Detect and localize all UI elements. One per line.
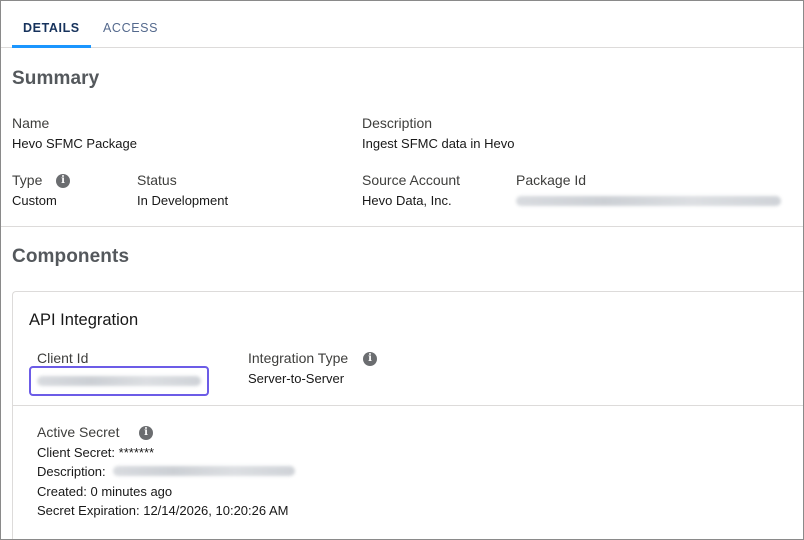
- client-id-field[interactable]: [29, 366, 209, 396]
- source-account-value: Hevo Data, Inc.: [362, 193, 452, 208]
- package-details-panel: DETAILS ACCESS Summary Name Hevo SFMC Pa…: [0, 0, 804, 540]
- secret-description-label: Description:: [37, 464, 106, 479]
- secret-description-redacted: [113, 466, 295, 476]
- active-secret-label: Active Secret: [37, 424, 120, 440]
- name-value: Hevo SFMC Package: [12, 136, 137, 151]
- type-label: Type: [12, 172, 43, 188]
- client-id-label: Client Id: [37, 350, 89, 366]
- tab-details[interactable]: DETAILS: [23, 21, 80, 35]
- status-value: In Development: [137, 193, 229, 208]
- type-value: Custom: [12, 193, 57, 208]
- api-integration-title: API Integration: [29, 311, 139, 329]
- description-label: Description: [362, 115, 433, 131]
- active-secret-info-icon[interactable]: i: [139, 426, 153, 440]
- active-tab-indicator: [12, 45, 91, 48]
- section-divider: [1, 226, 803, 227]
- client-id-value-redacted: [37, 376, 201, 386]
- tab-access[interactable]: ACCESS: [103, 21, 158, 35]
- integration-type-value: Server-to-Server: [248, 371, 345, 386]
- card-divider: [13, 405, 803, 406]
- integration-type-label: Integration Type: [248, 350, 349, 366]
- created-text: Created: 0 minutes ago: [37, 484, 173, 499]
- components-heading: Components: [12, 246, 130, 267]
- integration-type-info-icon[interactable]: i: [363, 352, 377, 366]
- tab-bar: DETAILS ACCESS: [1, 1, 803, 48]
- package-id-label: Package Id: [516, 172, 587, 188]
- status-label: Status: [137, 172, 177, 188]
- source-account-label: Source Account: [362, 172, 461, 188]
- name-label: Name: [12, 115, 50, 131]
- package-id-value-redacted: [516, 196, 781, 206]
- type-info-icon[interactable]: i: [56, 174, 70, 188]
- summary-heading: Summary: [12, 68, 100, 89]
- description-value: Ingest SFMC data in Hevo: [362, 136, 515, 151]
- client-secret-text: Client Secret: *******: [37, 445, 155, 460]
- secret-expiration-text: Secret Expiration: 12/14/2026, 10:20:26 …: [37, 503, 289, 518]
